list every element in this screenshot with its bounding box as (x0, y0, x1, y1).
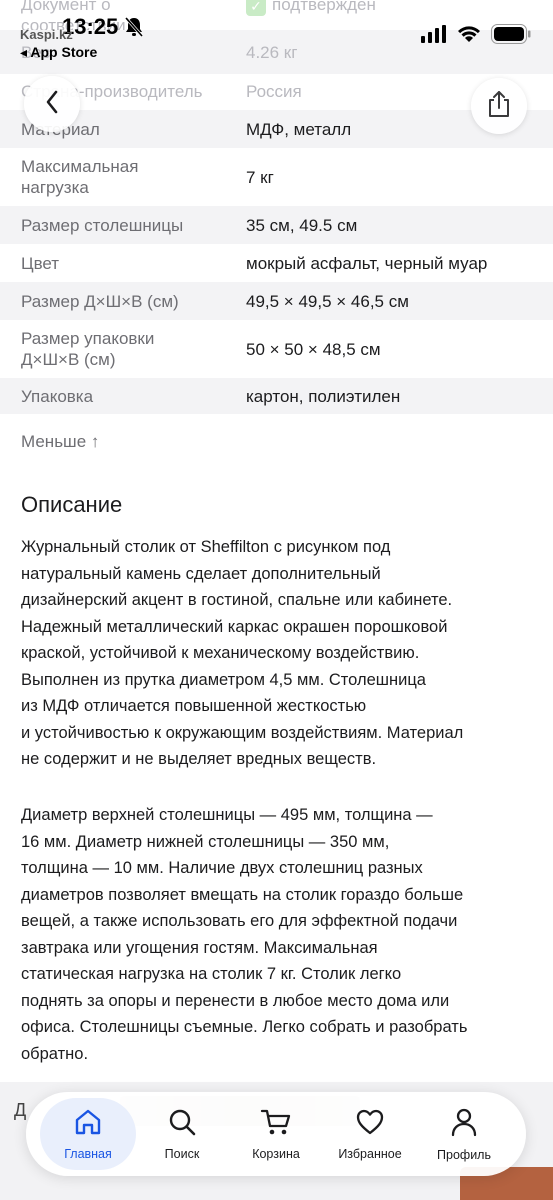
tab-label: Главная (64, 1146, 112, 1161)
spec-row: Материал МДФ, металл (0, 110, 553, 148)
cart-icon (260, 1108, 292, 1141)
spec-value: 35 см, 49.5 см (246, 216, 358, 235)
description-card: Описание Журнальный столик от Sheffilton… (0, 474, 553, 1082)
specs-table: Документ о соответствии ✓ подтвержден Вес… (0, 0, 553, 474)
section-title-partial: Д (14, 1100, 27, 1120)
spec-key: Максимальная нагрузка (21, 157, 139, 197)
spec-row: Цвет мокрый асфальт, черный муар (0, 244, 553, 282)
tab-favorites[interactable]: Избранное (322, 1098, 418, 1170)
spec-key: Размер упаковки Д×Ш×В (см) (21, 329, 155, 369)
heart-icon (355, 1108, 385, 1141)
battery-icon (491, 24, 531, 49)
cellular-icon (421, 25, 447, 48)
back-to-app-link[interactable]: ◂ App Store (20, 44, 97, 61)
spec-key: Размер Д×Ш×В (см) (21, 292, 179, 311)
home-icon (73, 1108, 103, 1141)
spec-row: Максимальная нагрузка 7 кг (0, 148, 553, 206)
spec-row: Размер упаковки Д×Ш×В (см) 50 × 50 × 48,… (0, 320, 553, 378)
app-badge: Kaspi.kz (20, 27, 73, 42)
spec-value: картон, полиэтилен (246, 387, 401, 406)
spec-row: Упаковка картон, полиэтилен (0, 378, 553, 414)
spec-key: Упаковка (21, 387, 94, 406)
description-paragraph: Журнальный столик от Sheffilton с рисунк… (21, 538, 464, 768)
show-less-link[interactable]: Меньше ↑ (21, 432, 99, 452)
status-bar: 13:25 Kaspi.kz ◂ App Store (0, 0, 553, 70)
share-button[interactable] (471, 78, 527, 134)
tab-label: Избранное (338, 1146, 402, 1161)
wifi-icon (457, 25, 481, 48)
spec-key: Цвет (21, 254, 60, 273)
bell-muted-icon (124, 16, 144, 43)
description-title: Описание (21, 492, 123, 517)
profile-icon (450, 1107, 478, 1142)
spec-key: Размер столешницы (21, 216, 184, 235)
chevron-left-icon (45, 90, 59, 119)
tab-profile[interactable]: Профиль (416, 1098, 512, 1170)
spec-value: 49,5 × 49,5 × 46,5 см (246, 292, 409, 311)
bottom-tab-bar: Главная Поиск Корзина Избранное Профиль (26, 1092, 526, 1176)
tab-label: Поиск (164, 1146, 200, 1161)
spec-value: мокрый асфальт, черный муар (246, 254, 488, 273)
spec-row: Размер Д×Ш×В (см) 49,5 × 49,5 × 46,5 см (0, 282, 553, 320)
search-icon (168, 1108, 196, 1141)
tab-label: Профиль (437, 1147, 491, 1162)
description-paragraph: Диаметр верхней столешницы — 495 мм, тол… (21, 806, 468, 1063)
tab-home[interactable]: Главная (40, 1098, 136, 1170)
share-icon (487, 90, 511, 123)
spec-value: 7 кг (246, 168, 274, 187)
tab-label: Корзина (252, 1146, 300, 1161)
system-icons (421, 24, 531, 49)
back-button[interactable] (24, 76, 80, 132)
tab-search[interactable]: Поиск (134, 1098, 230, 1170)
spec-value: 50 × 50 × 48,5 см (246, 340, 381, 359)
spec-row: Размер столешницы 35 см, 49.5 см (0, 206, 553, 244)
tab-cart[interactable]: Корзина (228, 1098, 324, 1170)
